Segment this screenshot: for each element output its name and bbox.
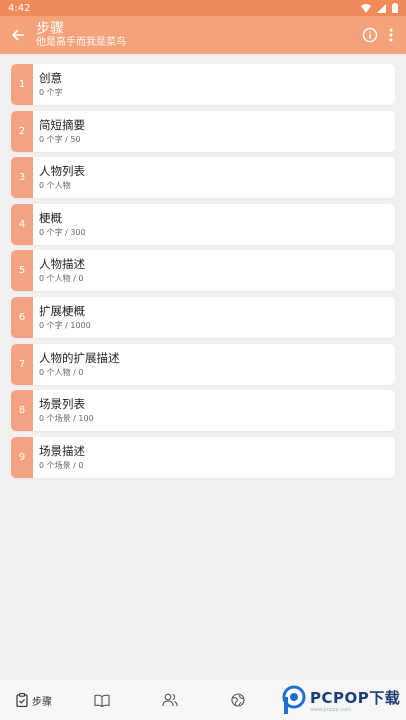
step-detail: 0 个场景 / 100 bbox=[39, 414, 94, 424]
step-body: 场景描述 0 个场景 / 0 bbox=[33, 437, 85, 478]
step-title: 人物描述 bbox=[39, 257, 85, 272]
step-card-8[interactable]: 8 场景列表 0 个场景 / 100 bbox=[11, 390, 395, 432]
step-body: 人物描述 0 个人物 / 0 bbox=[33, 250, 85, 291]
back-button[interactable] bbox=[0, 16, 36, 54]
step-card-2[interactable]: 2 简短摘要 0 个字 / 50 bbox=[11, 110, 395, 152]
people-icon bbox=[162, 693, 178, 707]
step-detail: 0 个字 / 50 bbox=[39, 134, 81, 144]
step-list: 1 创意 0 个字 2 简短摘要 0 个字 / 50 3 人物列表 0 个人物 … bbox=[11, 64, 395, 483]
watermark-text: PCPOP下载 www.pcpop.com bbox=[310, 687, 400, 713]
battery-icon bbox=[392, 3, 398, 13]
step-card-9[interactable]: 9 场景描述 0 个场景 / 0 bbox=[11, 436, 395, 478]
status-icons bbox=[361, 3, 398, 13]
step-title: 人物列表 bbox=[39, 164, 85, 179]
step-title: 扩展梗概 bbox=[39, 303, 85, 318]
app-actions bbox=[362, 27, 406, 43]
step-detail: 0 个字 / 300 bbox=[39, 227, 86, 237]
step-detail: 0 个人物 / 0 bbox=[39, 274, 84, 284]
status-bar: 4:42 bbox=[0, 0, 406, 16]
nav-item-scenes[interactable] bbox=[204, 680, 272, 720]
step-card-5[interactable]: 5 人物描述 0 个人物 / 0 bbox=[11, 250, 395, 292]
step-number: 4 bbox=[11, 203, 33, 245]
step-number: 2 bbox=[11, 110, 33, 152]
watermark: PCPOP下载 www.pcpop.com bbox=[282, 683, 406, 717]
step-number: 1 bbox=[11, 64, 33, 105]
title-block: 步骤 他是高手而我是菜鸟 bbox=[36, 21, 362, 49]
step-title: 人物的扩展描述 bbox=[39, 350, 120, 365]
step-title: 场景描述 bbox=[39, 443, 85, 458]
status-time: 4:42 bbox=[8, 2, 31, 14]
step-number: 9 bbox=[11, 436, 33, 478]
step-number: 5 bbox=[11, 250, 33, 292]
step-title: 场景列表 bbox=[39, 397, 85, 412]
step-detail: 0 个字 / 1000 bbox=[39, 320, 91, 330]
step-card-3[interactable]: 3 人物列表 0 个人物 bbox=[11, 157, 395, 199]
arrow-left-icon bbox=[11, 29, 24, 41]
nav-item-steps[interactable]: 步骤 bbox=[0, 680, 68, 720]
clipboard-check-icon bbox=[16, 693, 28, 707]
step-body: 人物列表 0 个人物 bbox=[33, 157, 85, 198]
step-body: 创意 0 个字 bbox=[33, 64, 63, 105]
step-number: 7 bbox=[11, 343, 33, 385]
step-number: 3 bbox=[11, 157, 33, 199]
globe-icon bbox=[231, 693, 245, 707]
page-subtitle: 他是高手而我是菜鸟 bbox=[36, 37, 126, 48]
step-detail: 0 个字 bbox=[39, 88, 63, 97]
step-card-7[interactable]: 7 人物的扩展描述 0 个人物 / 0 bbox=[11, 343, 395, 385]
step-detail: 0 个场景 / 0 bbox=[39, 460, 84, 470]
step-detail: 0 个人物 bbox=[39, 181, 71, 191]
book-open-icon bbox=[94, 694, 110, 707]
step-body: 场景列表 0 个场景 / 100 bbox=[33, 390, 94, 431]
more-vert-icon[interactable] bbox=[388, 27, 394, 43]
pcpop-logo-icon bbox=[282, 685, 306, 714]
step-title: 梗概 bbox=[39, 210, 62, 225]
step-body: 人物的扩展描述 0 个人物 / 0 bbox=[33, 344, 120, 385]
info-icon[interactable] bbox=[362, 27, 378, 43]
step-detail: 0 个人物 / 0 bbox=[39, 367, 84, 377]
watermark-sub: www.pcpop.com bbox=[310, 707, 351, 713]
watermark-main: PCPOP下载 bbox=[310, 689, 401, 707]
signal-icon bbox=[377, 3, 386, 13]
step-card-1[interactable]: 1 创意 0 个字 bbox=[11, 64, 395, 105]
page-title: 步骤 bbox=[36, 21, 64, 37]
step-number: 6 bbox=[11, 296, 33, 338]
step-card-6[interactable]: 6 扩展梗概 0 个字 / 1000 bbox=[11, 296, 395, 338]
step-body: 扩展梗概 0 个字 / 1000 bbox=[33, 297, 91, 338]
nav-label-steps: 步骤 bbox=[32, 696, 52, 708]
app-bar: 步骤 他是高手而我是菜鸟 bbox=[0, 16, 406, 54]
step-body: 简短摘要 0 个字 / 50 bbox=[33, 111, 85, 152]
step-card-4[interactable]: 4 梗概 0 个字 / 300 bbox=[11, 203, 395, 245]
step-body: 梗概 0 个字 / 300 bbox=[33, 204, 86, 245]
step-title: 创意 bbox=[39, 71, 62, 85]
step-title: 简短摘要 bbox=[39, 117, 85, 132]
nav-item-characters[interactable] bbox=[136, 680, 204, 720]
nav-item-book[interactable] bbox=[68, 680, 136, 720]
wifi-icon bbox=[361, 3, 371, 13]
step-number: 8 bbox=[11, 390, 33, 432]
